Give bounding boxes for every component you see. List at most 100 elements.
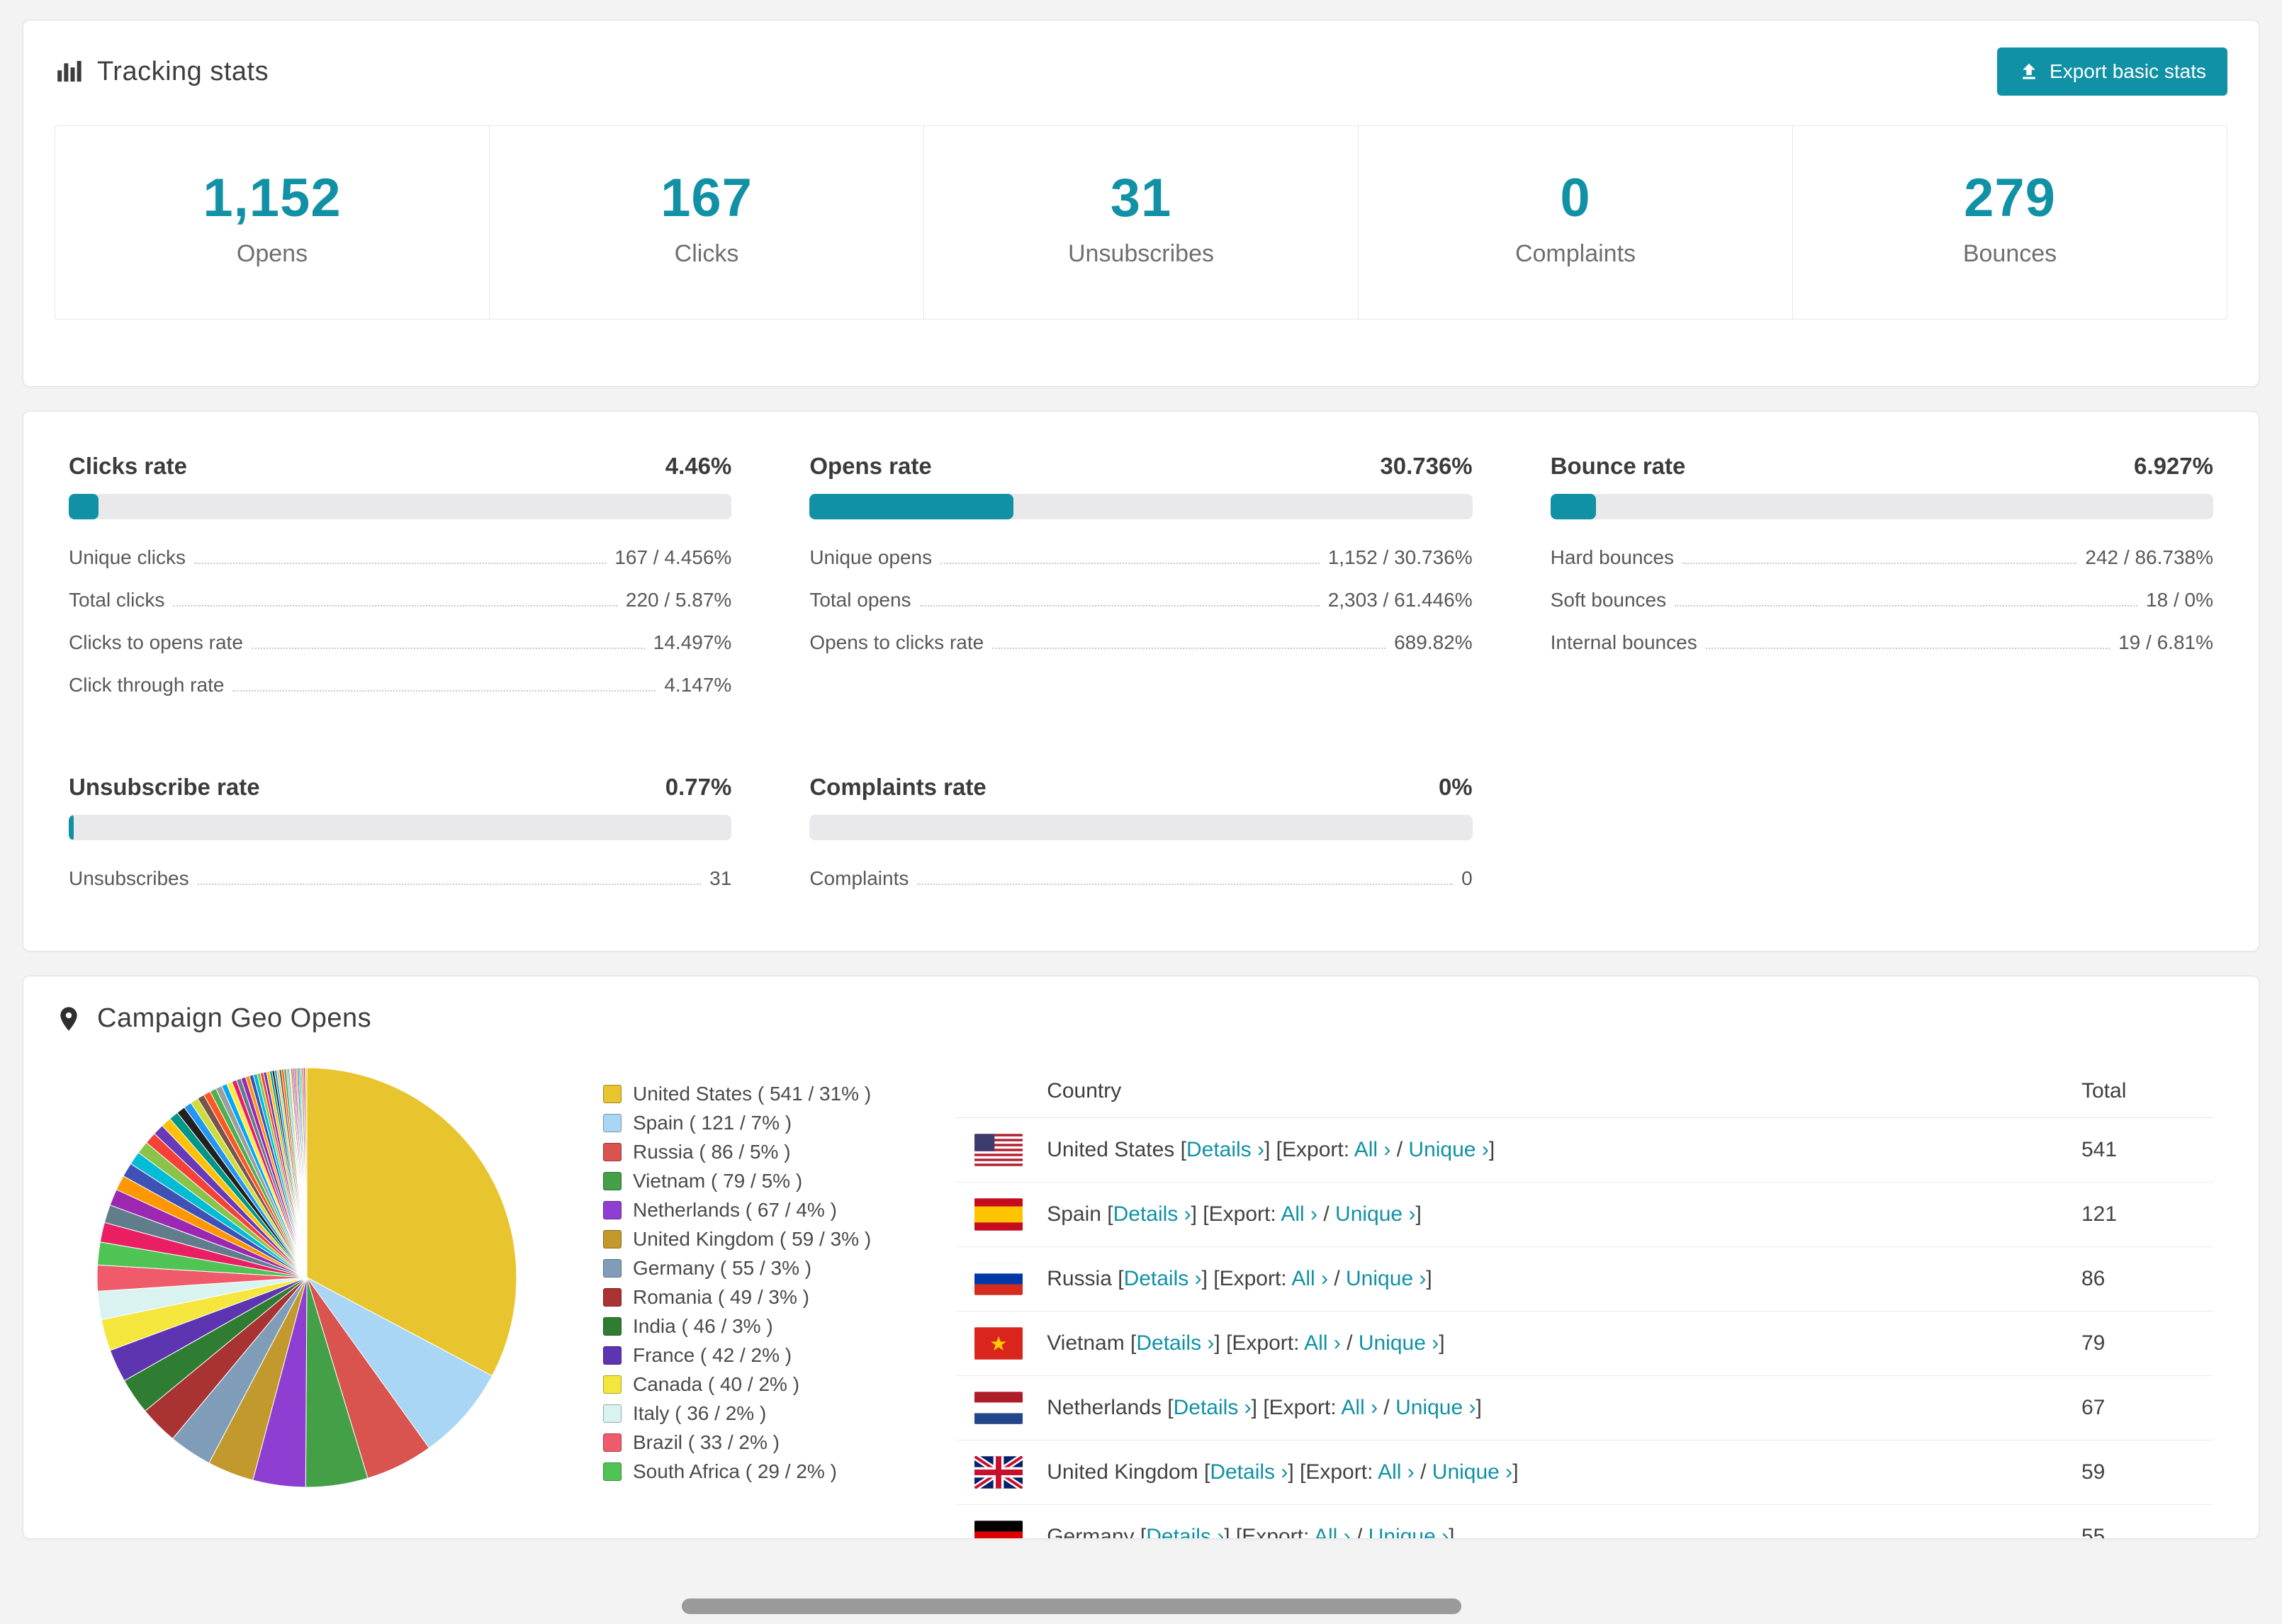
rate-row-value: 0 bbox=[1461, 867, 1473, 889]
rate-rows: Unsubscribes 31 bbox=[69, 857, 731, 900]
rate-row-value: 4.147% bbox=[664, 674, 732, 696]
rate-head: Unsubscribe rate 0.77% bbox=[69, 774, 731, 801]
export-all-link[interactable]: All › bbox=[1304, 1331, 1341, 1355]
horizontal-scrollbar[interactable] bbox=[682, 1598, 1461, 1614]
geo-opens-header: Campaign Geo Opens bbox=[23, 976, 2259, 1034]
details-link[interactable]: Details › bbox=[1113, 1202, 1191, 1226]
dotted-leader bbox=[173, 605, 617, 607]
rate-row-label: Click through rate bbox=[69, 674, 225, 696]
stat-complaints: 0 Complaints bbox=[1358, 126, 1792, 319]
country-cell: Vietnam [Details ›] [Export: All › / Uni… bbox=[1047, 1331, 2081, 1355]
stat-opens: 1,152 Opens bbox=[55, 126, 489, 319]
details-link[interactable]: Details › bbox=[1136, 1331, 1214, 1355]
details-link[interactable]: Details › bbox=[1174, 1396, 1252, 1419]
details-link[interactable]: Details › bbox=[1210, 1460, 1288, 1484]
legend-swatch bbox=[603, 1258, 622, 1278]
total-cell: 67 bbox=[2081, 1396, 2106, 1419]
export-all-link[interactable]: All › bbox=[1291, 1267, 1328, 1290]
stat-value: 167 bbox=[661, 168, 753, 228]
geo-table-row-russia: Russia [Details ›] [Export: All › / Uniq… bbox=[956, 1247, 2213, 1312]
legend-item-netherlands: Netherlands ( 67 / 4% ) bbox=[603, 1195, 871, 1224]
legend-item-france: France ( 42 / 2% ) bbox=[603, 1341, 871, 1370]
rate-row-label: Unsubscribes bbox=[69, 867, 189, 889]
bracket: [ bbox=[1174, 1138, 1186, 1161]
rate-row-value: 242 / 86.738% bbox=[2085, 546, 2213, 568]
tracking-stats-page: Tracking stats Export basic stats 1,152 O… bbox=[0, 0, 2282, 1539]
geo-table-row-united-states: United States [Details ›] [Export: All ›… bbox=[956, 1118, 2213, 1183]
progress-bar bbox=[69, 494, 732, 519]
rate-row-hard-bounces: Hard bounces 242 / 86.738% bbox=[1551, 536, 2213, 579]
dotted-leader bbox=[1682, 563, 2077, 564]
progress-fill bbox=[69, 494, 99, 519]
rate-title: Unsubscribe rate bbox=[69, 774, 260, 800]
legend-label: Spain ( 121 / 7% ) bbox=[633, 1111, 792, 1134]
slash: / bbox=[1350, 1525, 1368, 1539]
export-all-link[interactable]: All › bbox=[1281, 1202, 1317, 1226]
export-all-link[interactable]: All › bbox=[1341, 1396, 1378, 1419]
stat-label: Unsubscribes bbox=[1068, 240, 1214, 267]
progress-fill bbox=[809, 494, 1013, 519]
stat-clicks: 167 Clicks bbox=[489, 126, 923, 319]
country-name: United States bbox=[1047, 1138, 1175, 1161]
export-unique-link[interactable]: Unique › bbox=[1368, 1525, 1449, 1538]
rate-percentage: 0.77% bbox=[665, 774, 732, 800]
geo-opens-title: Campaign Geo Opens bbox=[97, 1003, 372, 1033]
rate-row-value: 19 / 6.81% bbox=[2118, 631, 2213, 653]
stat-value: 0 bbox=[1560, 168, 1591, 228]
bracket: ] [Export: bbox=[1224, 1525, 1314, 1539]
dotted-leader bbox=[193, 563, 607, 564]
total-column-header: Total bbox=[2081, 1079, 2127, 1103]
export-all-link[interactable]: All › bbox=[1314, 1525, 1351, 1538]
details-link[interactable]: Details › bbox=[1146, 1525, 1224, 1538]
dotted-leader bbox=[992, 648, 1386, 649]
slash: / bbox=[1378, 1396, 1396, 1419]
export-basic-stats-button[interactable]: Export basic stats bbox=[1997, 47, 2227, 96]
rate-percentage: 30.736% bbox=[1380, 453, 1473, 479]
legend-label: France ( 42 / 2% ) bbox=[633, 1343, 792, 1366]
progress-bar bbox=[809, 815, 1473, 840]
export-unique-link[interactable]: Unique › bbox=[1395, 1396, 1476, 1419]
total-cell: 79 bbox=[2081, 1331, 2106, 1355]
slash: / bbox=[1340, 1331, 1359, 1355]
details-link[interactable]: Details › bbox=[1124, 1267, 1202, 1290]
geo-table-row-vietnam: Vietnam [Details ›] [Export: All › / Uni… bbox=[956, 1312, 2213, 1376]
export-all-link[interactable]: All › bbox=[1378, 1460, 1415, 1484]
export-unique-link[interactable]: Unique › bbox=[1346, 1267, 1426, 1290]
flag-us-icon bbox=[974, 1134, 1023, 1166]
bracket: ] bbox=[1476, 1396, 1482, 1419]
rate-row-label: Unique opens bbox=[809, 546, 933, 568]
rate-title: Opens rate bbox=[809, 453, 932, 479]
geo-table-row-united-kingdom: United Kingdom [Details ›] [Export: All … bbox=[956, 1440, 2213, 1505]
country-cell: United States [Details ›] [Export: All ›… bbox=[1047, 1138, 2081, 1162]
country-name: Spain bbox=[1047, 1202, 1101, 1226]
map-pin-icon bbox=[55, 1005, 83, 1033]
country-column-header: Country bbox=[1047, 1079, 1122, 1103]
export-unique-link[interactable]: Unique › bbox=[1359, 1331, 1439, 1355]
export-unique-link[interactable]: Unique › bbox=[1432, 1460, 1512, 1484]
geo-table-row-netherlands: Netherlands [Details ›] [Export: All › /… bbox=[956, 1376, 2213, 1440]
export-unique-link[interactable]: Unique › bbox=[1335, 1202, 1415, 1226]
slash: / bbox=[1390, 1138, 1409, 1161]
bracket: [ bbox=[1101, 1202, 1113, 1226]
total-cell: 121 bbox=[2081, 1202, 2118, 1226]
rate-head: Complaints rate 0% bbox=[809, 774, 1472, 801]
rate-row-value: 689.82% bbox=[1394, 631, 1473, 653]
legend-item-italy: Italy ( 36 / 2% ) bbox=[603, 1399, 871, 1428]
dotted-leader bbox=[919, 605, 1320, 607]
stat-label: Clicks bbox=[674, 240, 739, 267]
details-link[interactable]: Details › bbox=[1186, 1138, 1264, 1161]
bracket: [ bbox=[1124, 1331, 1137, 1355]
export-icon bbox=[2018, 61, 2040, 82]
legend-label: Canada ( 40 / 2% ) bbox=[633, 1372, 800, 1395]
export-all-link[interactable]: All › bbox=[1354, 1138, 1391, 1161]
rate-row-label: Internal bounces bbox=[1550, 631, 1697, 653]
rate-row-label: Total opens bbox=[809, 589, 911, 611]
slash: / bbox=[1414, 1460, 1432, 1484]
legend-swatch bbox=[603, 1113, 622, 1132]
stat-unsubscribes: 31 Unsubscribes bbox=[923, 126, 1358, 319]
export-unique-link[interactable]: Unique › bbox=[1408, 1138, 1488, 1161]
legend-label: Russia ( 86 / 5% ) bbox=[633, 1140, 791, 1163]
rate-row-label: Soft bounces bbox=[1550, 589, 1667, 611]
rate-rows: Complaints 0 bbox=[809, 857, 1472, 900]
bracket: [ bbox=[1198, 1460, 1210, 1484]
